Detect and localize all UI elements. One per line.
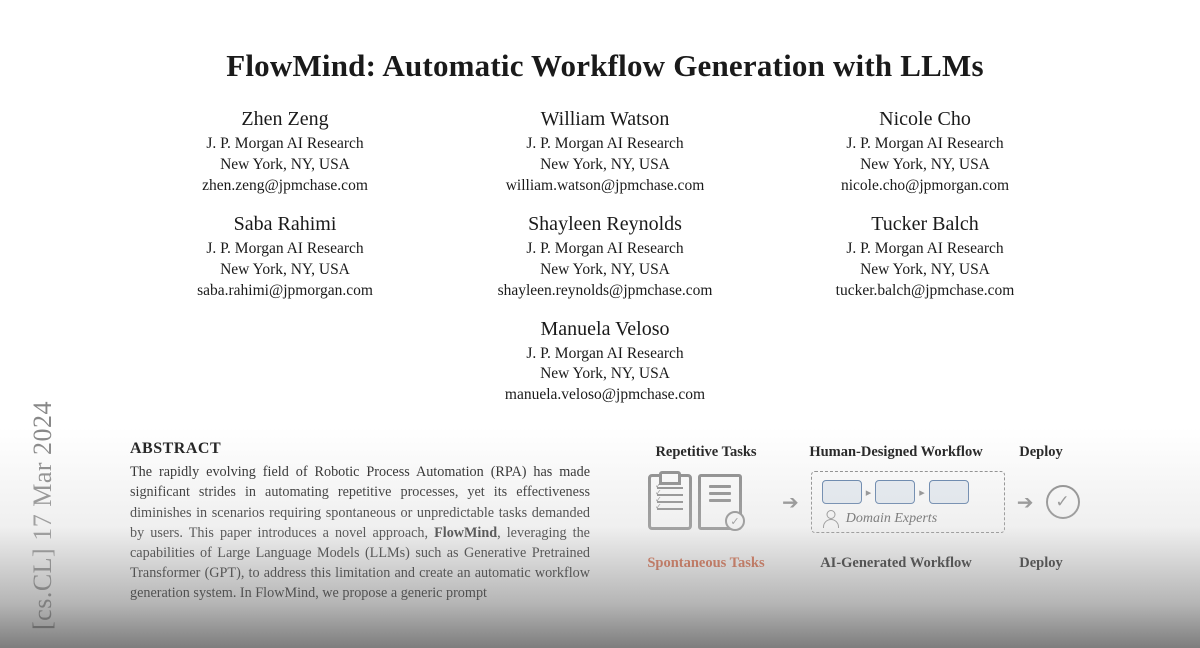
author-location: New York, NY, USA (475, 364, 735, 385)
author-email: shayleen.reynolds@jpmchase.com (475, 281, 735, 302)
arxiv-sidebar-label: [cs.CL] 17 Mar 2024 (28, 401, 58, 630)
author-affiliation: J. P. Morgan AI Research (475, 239, 735, 260)
author-name: Saba Rahimi (155, 211, 415, 238)
author-affiliation: J. P. Morgan AI Research (795, 239, 1055, 260)
author: Shayleen Reynolds J. P. Morgan AI Resear… (475, 211, 735, 302)
author-affiliation: J. P. Morgan AI Research (475, 134, 735, 155)
fig-label-deploy: Deploy (1006, 444, 1076, 461)
person-icon (822, 510, 840, 528)
abstract-text: The rapidly evolving field of Robotic Pr… (130, 462, 590, 603)
checkmark-icon: ✓ (725, 511, 745, 531)
arrow-right-icon: ➔ (782, 490, 799, 515)
fig-label-deploy: Deploy (1006, 555, 1076, 572)
author-email: william.watson@jpmchase.com (475, 176, 735, 197)
author-name: Tucker Balch (795, 211, 1055, 238)
author-name: Shayleen Reynolds (475, 211, 735, 238)
author-affiliation: J. P. Morgan AI Research (155, 239, 415, 260)
author-affiliation: J. P. Morgan AI Research (795, 134, 1055, 155)
author-location: New York, NY, USA (155, 155, 415, 176)
clipboard-icon (648, 474, 692, 530)
author: Zhen Zeng J. P. Morgan AI Research New Y… (155, 106, 415, 197)
paper-title: FlowMind: Automatic Workflow Generation … (130, 48, 1080, 84)
domain-experts-label: Domain Experts (846, 511, 937, 527)
author-name: Nicole Cho (795, 106, 1055, 133)
deploy-check-icon: ✓ (1046, 485, 1080, 519)
author-location: New York, NY, USA (155, 260, 415, 281)
workflow-box: ▸ ▸ Domain Experts (811, 471, 1005, 533)
author-email: tucker.balch@jpmchase.com (795, 281, 1055, 302)
author-location: New York, NY, USA (475, 155, 735, 176)
workflow-step-icon (822, 480, 862, 504)
arrow-right-icon: ➔ (1017, 490, 1034, 515)
author-email: nicole.cho@jpmorgan.com (795, 176, 1055, 197)
author: Saba Rahimi J. P. Morgan AI Research New… (155, 211, 415, 302)
fig-label-human-workflow: Human-Designed Workflow (786, 444, 1006, 461)
author-location: New York, NY, USA (795, 155, 1055, 176)
abstract-heading: ABSTRACT (130, 440, 590, 458)
author-email: zhen.zeng@jpmchase.com (155, 176, 415, 197)
workflow-step-icon (875, 480, 915, 504)
figure-1: Repetitive Tasks Human-Designed Workflow… (620, 440, 1082, 603)
workflow-step-icon (929, 480, 969, 504)
fig-label-spontaneous: Spontaneous Tasks (626, 555, 786, 572)
author-location: New York, NY, USA (475, 260, 735, 281)
fig-label-repetitive: Repetitive Tasks (626, 444, 786, 461)
author-location: New York, NY, USA (795, 260, 1055, 281)
author: Tucker Balch J. P. Morgan AI Research Ne… (795, 211, 1055, 302)
arrow-right-icon: ▸ (919, 486, 925, 499)
authors-block: Zhen Zeng J. P. Morgan AI Research New Y… (130, 106, 1080, 420)
abstract-bold-term: FlowMind (434, 525, 497, 541)
fig-label-ai-workflow: AI-Generated Workflow (786, 555, 1006, 572)
author-email: manuela.veloso@jpmchase.com (475, 385, 735, 406)
author: Manuela Veloso J. P. Morgan AI Research … (475, 316, 735, 407)
document-icon: ✓ (698, 474, 742, 530)
author-name: William Watson (475, 106, 735, 133)
author: Nicole Cho J. P. Morgan AI Research New … (795, 106, 1055, 197)
arrow-right-icon: ▸ (866, 486, 872, 499)
author-affiliation: J. P. Morgan AI Research (155, 134, 415, 155)
author-email: saba.rahimi@jpmorgan.com (155, 281, 415, 302)
author-name: Zhen Zeng (155, 106, 415, 133)
author: William Watson J. P. Morgan AI Research … (475, 106, 735, 197)
author-name: Manuela Veloso (475, 316, 735, 343)
author-affiliation: J. P. Morgan AI Research (475, 344, 735, 365)
